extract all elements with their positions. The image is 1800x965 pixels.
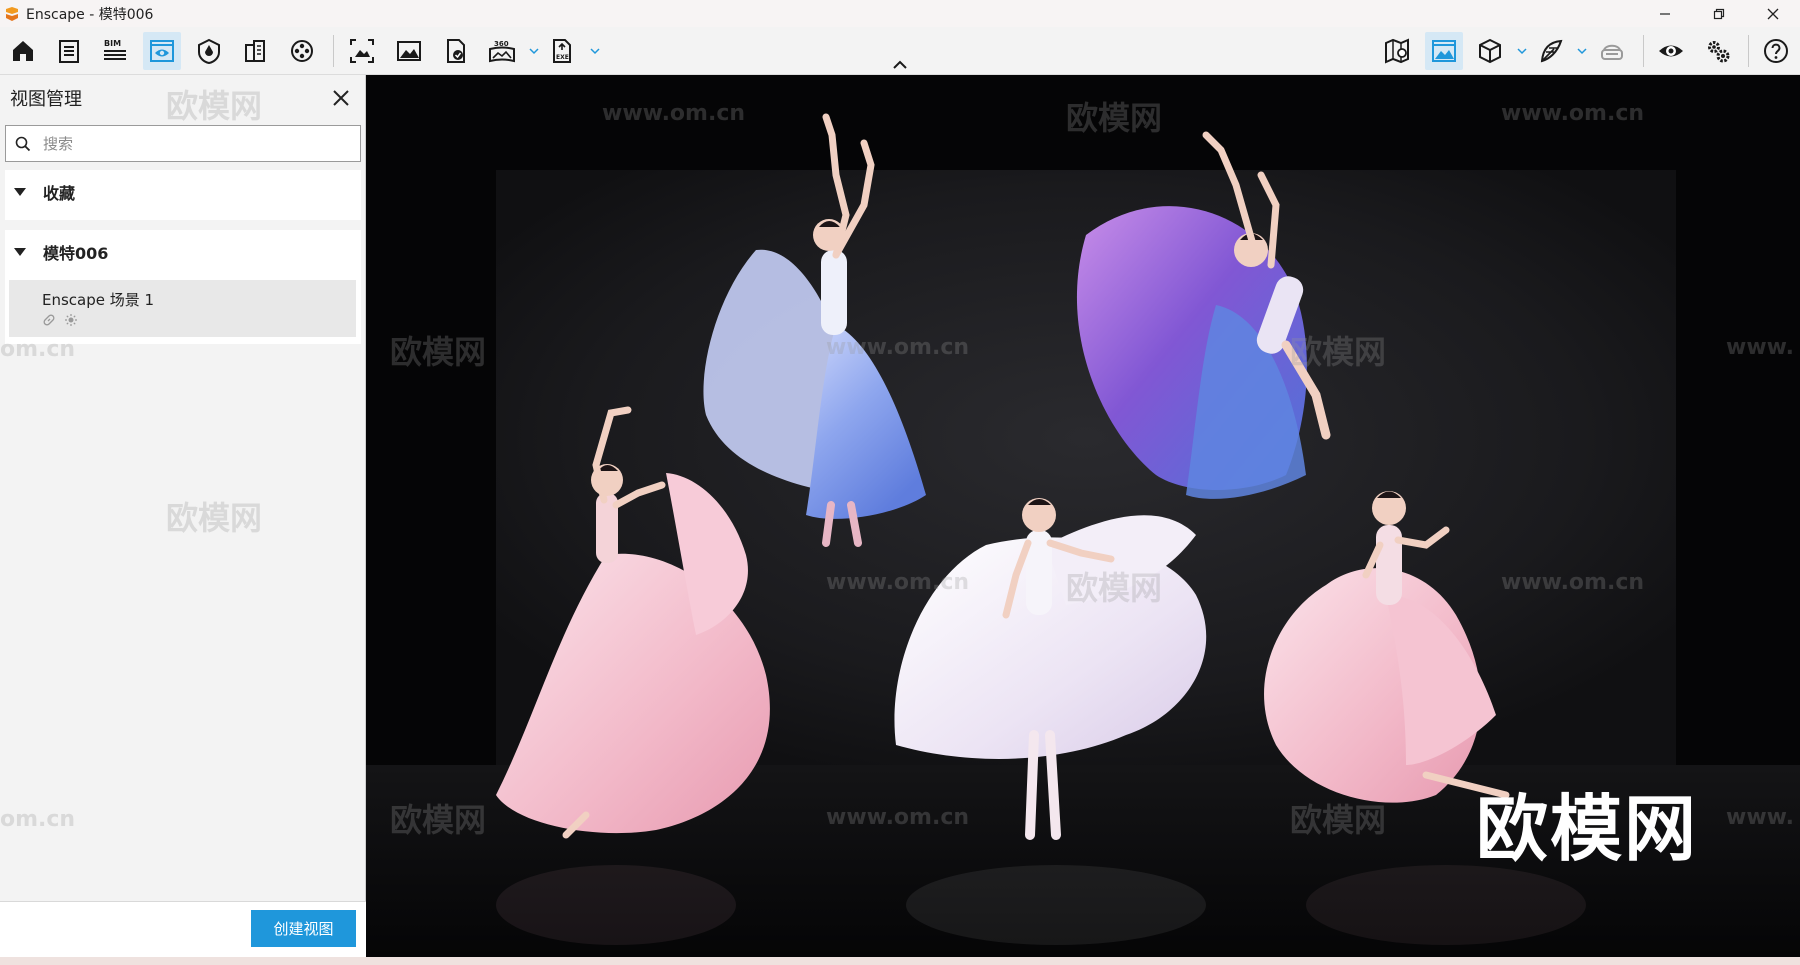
close-icon (333, 90, 349, 106)
restore-icon (1713, 8, 1725, 19)
view-management-button[interactable] (143, 32, 181, 70)
drop-shield-icon (198, 38, 220, 65)
cube-icon (1479, 38, 1501, 64)
close-window-button[interactable] (1746, 0, 1800, 27)
panorama-button[interactable]: 360 (483, 32, 521, 70)
document-list-icon (59, 40, 79, 63)
vr-headset-button[interactable] (1593, 32, 1631, 70)
toolbar-separator (1748, 35, 1749, 67)
material-editor-button[interactable] (283, 32, 321, 70)
sketch-mode-button[interactable] (1532, 32, 1570, 70)
brand-watermark-logo: 欧模网 (1476, 787, 1699, 871)
file-check-icon (447, 39, 465, 63)
svg-text:EXE: EXE (556, 54, 569, 61)
bim-icon: BIM (104, 39, 126, 60)
render-viewport[interactable]: www.om.cn 欧模网 www.om.cn 欧模网 www.om.cn 欧模… (366, 75, 1800, 957)
chevron-down-icon[interactable] (1516, 45, 1528, 57)
buildings-icon (245, 40, 265, 62)
search-box (5, 125, 361, 162)
render-image-button[interactable] (390, 32, 428, 70)
home-button[interactable] (4, 32, 42, 70)
panel-footer: 创建视图 (0, 901, 366, 957)
panorama-360-icon: 360 (489, 40, 515, 63)
model-group-section: 模特006 Enscape 场景 1 (5, 230, 361, 344)
minimize-icon (1660, 12, 1670, 15)
view-mode-button[interactable] (1471, 32, 1509, 70)
chevron-down-icon[interactable] (1576, 45, 1588, 57)
help-icon (1764, 39, 1788, 63)
screenshot-button[interactable] (343, 32, 381, 70)
project-info-button[interactable] (50, 32, 88, 70)
vr-headset-icon (1601, 44, 1623, 60)
bim-button[interactable]: BIM (96, 32, 134, 70)
panel-title: 视图管理 (10, 89, 82, 110)
file-exe-icon: EXE (553, 39, 571, 63)
triangle-down-icon (14, 248, 26, 256)
enscape-logo-icon (6, 6, 18, 21)
film-reel-icon (291, 40, 313, 62)
general-settings-button[interactable] (1699, 32, 1737, 70)
search-icon (15, 136, 31, 151)
favorites-label: 收藏 (43, 184, 76, 203)
toolbar-separator (1643, 35, 1644, 67)
favorites-section: 收藏 (5, 170, 361, 220)
restore-button[interactable] (1692, 0, 1746, 27)
help-button[interactable] (1757, 32, 1795, 70)
watermark: om.cn (0, 807, 76, 832)
watermark: 欧模网 (166, 87, 263, 125)
view-name: Enscape 场景 1 (42, 291, 155, 309)
model-group-header[interactable]: 模特006 (5, 230, 361, 274)
svg-text:BIM: BIM (104, 39, 121, 48)
batch-render-button[interactable] (437, 32, 475, 70)
map-pin-icon (1385, 38, 1409, 64)
map-button[interactable] (1378, 32, 1416, 70)
view-management-panel: 视图管理 收藏 模特006 Enscape 场景 1 创建视图 欧模网 欧模网 … (0, 75, 366, 957)
triangle-down-icon (14, 188, 26, 196)
search-input[interactable] (43, 134, 343, 153)
feather-icon (1540, 39, 1563, 63)
chevron-down-icon[interactable] (589, 45, 601, 57)
bottom-edge (0, 957, 1800, 965)
minimize-button[interactable] (1638, 0, 1692, 27)
sun-icon (65, 314, 77, 326)
list-item[interactable]: Enscape 场景 1 (9, 280, 356, 337)
panel-close-button[interactable] (328, 85, 354, 111)
close-icon (1767, 8, 1779, 19)
favorites-header[interactable]: 收藏 (5, 170, 361, 214)
chevron-down-icon[interactable] (528, 45, 540, 57)
export-exe-button[interactable]: EXE (543, 32, 581, 70)
eye-window-icon (150, 40, 174, 62)
window-title: Enscape - 模特006 (26, 6, 154, 23)
watermark: 欧模网 (166, 499, 263, 537)
image-icon (397, 41, 421, 61)
home-icon (13, 41, 33, 61)
visual-settings-button[interactable] (1652, 32, 1690, 70)
title-bar: Enscape - 模特006 (0, 0, 1800, 27)
eye-icon (1659, 45, 1683, 57)
landscape-icon (1432, 40, 1456, 62)
atmosphere-button[interactable] (190, 32, 228, 70)
asset-library-button[interactable] (236, 32, 274, 70)
create-view-button[interactable]: 创建视图 (251, 910, 356, 947)
background-image-button[interactable] (1425, 32, 1463, 70)
link-icon (43, 314, 55, 326)
capture-frame-icon (350, 39, 374, 63)
model-group-label: 模特006 (43, 244, 109, 263)
toolbar-separator (333, 35, 334, 67)
chevron-up-icon[interactable] (890, 59, 910, 71)
gears-icon (1708, 41, 1730, 63)
